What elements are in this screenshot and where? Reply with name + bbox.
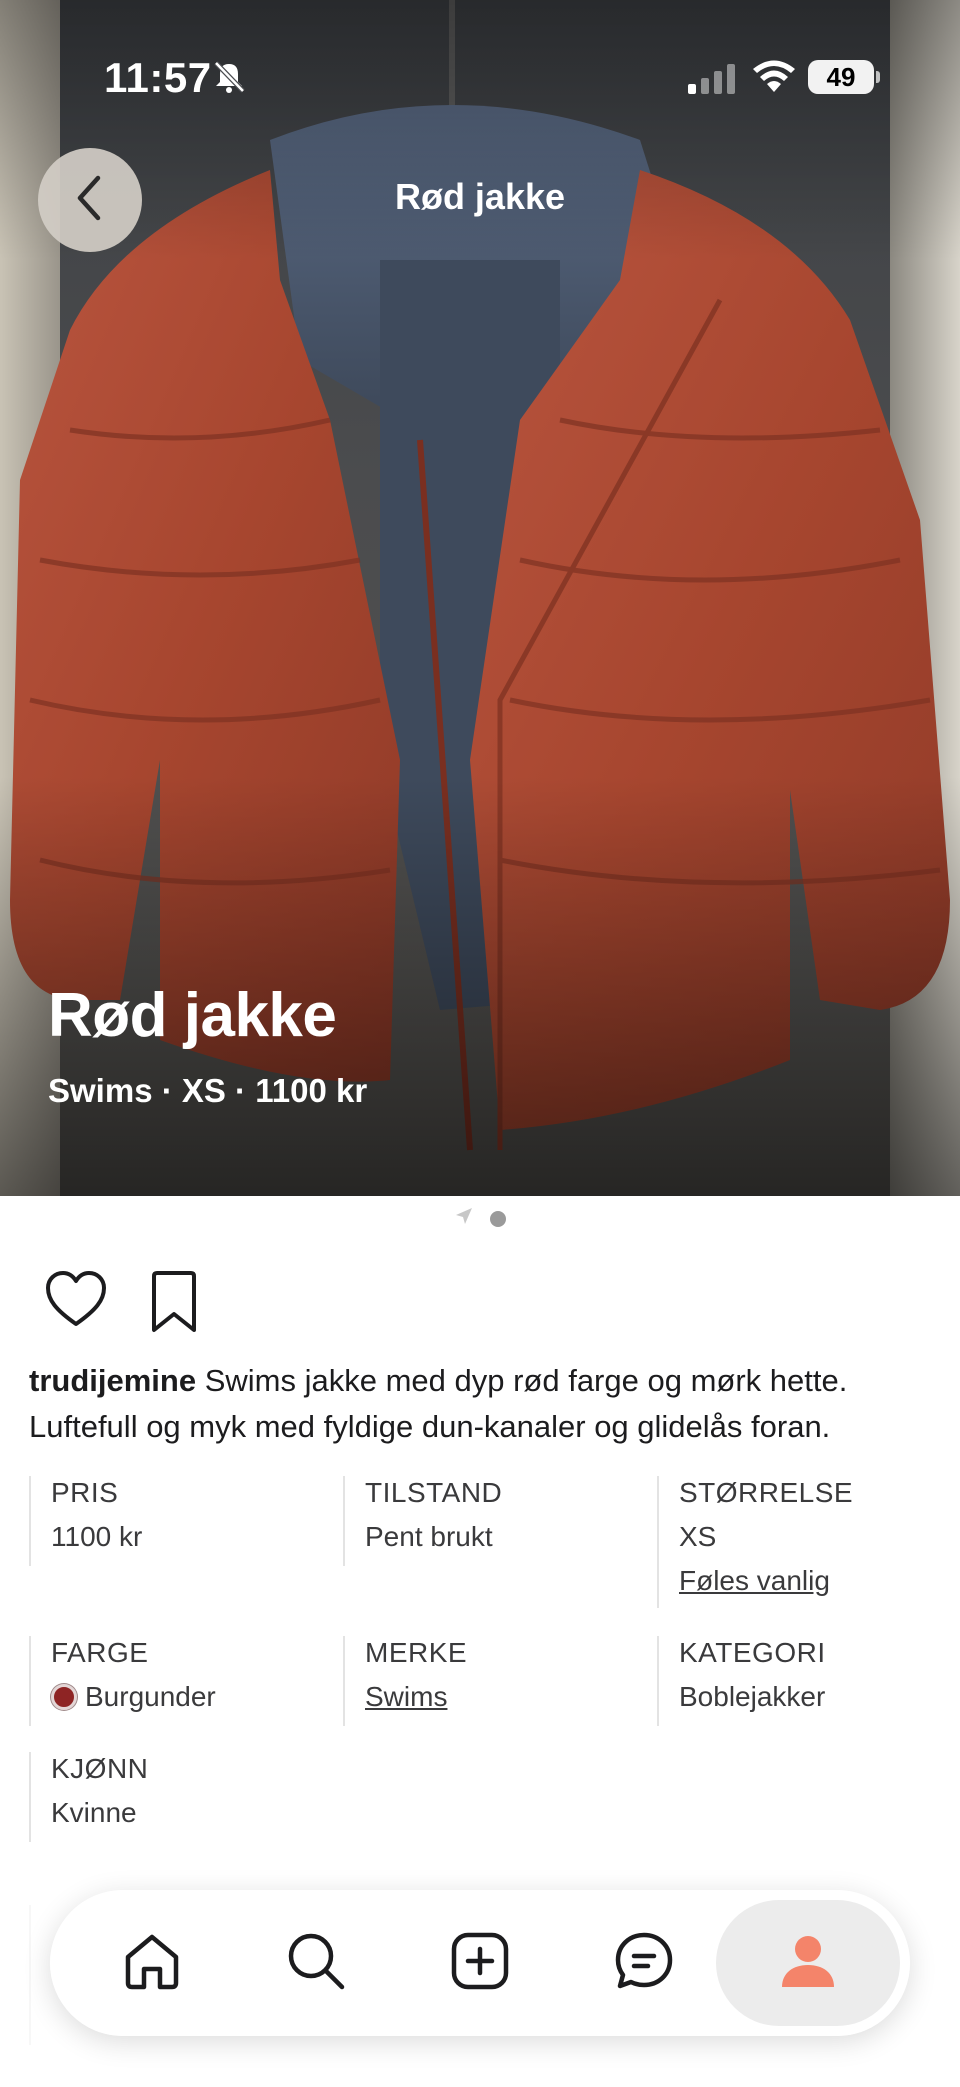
attr-brand-label: MERKE [365, 1637, 468, 1668]
tab-messages[interactable] [594, 1913, 694, 2013]
heart-icon [44, 1271, 108, 1334]
tab-home[interactable] [102, 1913, 202, 2013]
bookmark-icon [146, 1271, 202, 1338]
attr-color-label: FARGE [51, 1637, 149, 1668]
attr-gender: KJØNN Kvinne [29, 1752, 329, 1842]
attr-gender-label: KJØNN [51, 1753, 149, 1784]
product-description: trudijemine Swims jakke med dyp rød farg… [29, 1358, 939, 1450]
bottom-tab-bar [50, 1890, 910, 2036]
attr-price-label: PRIS [51, 1477, 119, 1508]
product-title: Rød jakke [48, 981, 337, 1050]
attr-condition-label: TILSTAND [365, 1477, 503, 1508]
save-button[interactable] [146, 1270, 206, 1334]
home-icon [120, 1929, 184, 1998]
like-button[interactable] [44, 1270, 108, 1334]
attr-price: PRIS 1100 kr [29, 1476, 329, 1566]
tab-profile[interactable] [716, 1900, 900, 2026]
attr-size: STØRRELSE XS Føles vanlig [657, 1476, 937, 1608]
attr-color-text: Burgunder [85, 1681, 216, 1712]
attr-category-label: KATEGORI [679, 1637, 826, 1668]
profile-icon [776, 1929, 840, 1998]
search-icon [284, 1929, 348, 1998]
attr-gender-value: Kvinne [51, 1797, 137, 1828]
seller-username[interactable]: trudijemine [29, 1363, 196, 1398]
attr-condition: TILSTAND Pent brukt [343, 1476, 643, 1566]
battery-tip [876, 71, 880, 83]
image-pager[interactable] [0, 1206, 960, 1231]
add-icon [448, 1929, 512, 1998]
attr-category: KATEGORI Boblejakker [657, 1636, 937, 1726]
chat-icon [612, 1929, 676, 1998]
attr-size-label: STØRRELSE [679, 1477, 854, 1508]
nav-title: Rød jakke [394, 176, 566, 217]
tab-add[interactable] [430, 1913, 530, 2013]
color-swatch [51, 1684, 77, 1710]
pager-dot[interactable] [490, 1210, 506, 1227]
status-bar: 11:57 49 [0, 0, 960, 130]
status-time: 11:57 [104, 54, 212, 101]
wifi-icon [752, 60, 796, 99]
size-fit-link[interactable]: Føles vanlig [679, 1564, 937, 1598]
location-arrow-icon [454, 1206, 474, 1231]
attr-price-value: 1100 kr [51, 1521, 143, 1552]
attr-size-value: XS [679, 1521, 717, 1552]
brand-link[interactable]: Swims [365, 1680, 643, 1714]
attr-brand: MERKE Swims [343, 1636, 643, 1726]
signal-icon [688, 64, 736, 99]
attr-color: FARGE Burgunder [29, 1636, 329, 1726]
product-subtitle: Swims · XS · 1100 kr [48, 1072, 368, 1109]
battery-icon: 49 [808, 60, 874, 94]
attr-category-value: Boblejakker [679, 1681, 826, 1712]
attr-condition-value: Pent brukt [365, 1521, 493, 1552]
bell-slash-icon [212, 60, 246, 99]
tab-search[interactable] [266, 1913, 366, 2013]
attr-color-value: Burgunder [51, 1680, 329, 1714]
